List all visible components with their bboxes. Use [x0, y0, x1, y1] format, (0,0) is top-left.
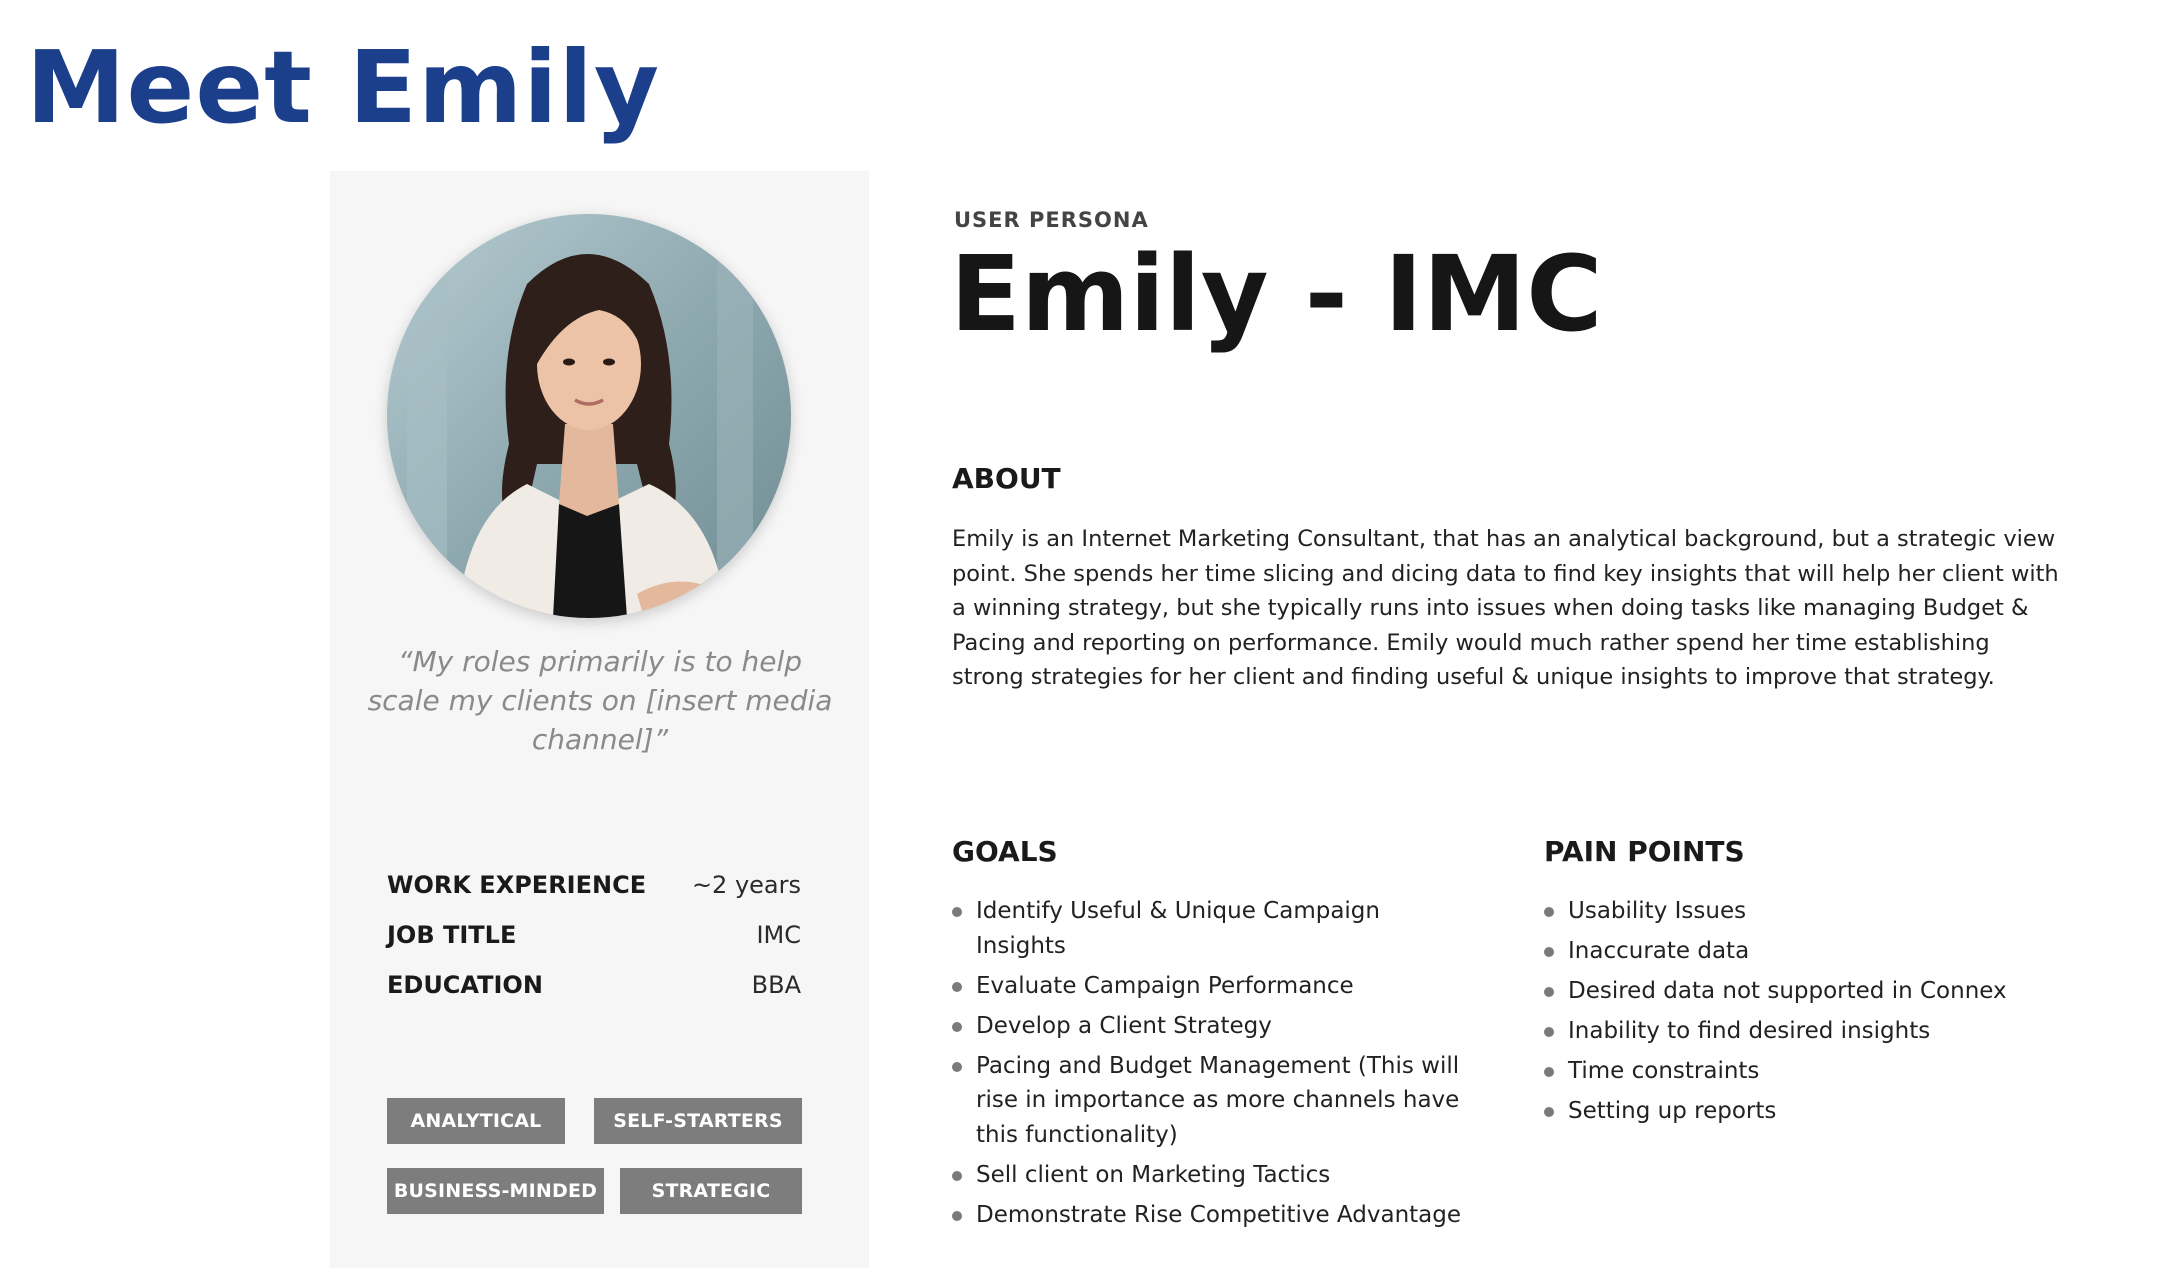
fact-label: EDUCATION — [387, 971, 543, 999]
pain-points-list: Usability Issues Inaccurate data Desired… — [1544, 894, 2104, 1134]
avatar — [387, 214, 791, 618]
bullet-dot-icon — [1544, 987, 1554, 997]
pain-point-item: Usability Issues — [1544, 894, 2104, 929]
bullet-dot-icon — [1544, 1107, 1554, 1117]
bullet-dot-icon — [1544, 1067, 1554, 1077]
bullet-dot-icon — [1544, 947, 1554, 957]
goal-item: Develop a Client Strategy — [952, 1009, 1472, 1044]
pain-points-heading: PAIN POINTS — [1544, 835, 1745, 868]
fact-label: WORK EXPERIENCE — [387, 871, 647, 899]
goal-text: Identify Useful & Unique Campaign Insigh… — [976, 898, 1380, 959]
persona-kicker: USER PERSONA — [954, 208, 1149, 232]
pain-point-text: Inability to find desired insights — [1568, 1018, 1931, 1044]
goal-text: Demonstrate Rise Competitive Advantage — [976, 1201, 1462, 1228]
about-heading: ABOUT — [952, 462, 1061, 495]
profile-card: “My roles primarily is to help scale my … — [330, 171, 869, 1268]
pain-point-item: Desired data not supported in Connex — [1544, 974, 2104, 1009]
about-text: Emily is an Internet Marketing Consultan… — [952, 526, 2059, 690]
tag-strategic: STRATEGIC — [620, 1168, 802, 1214]
persona-facts: WORK EXPERIENCE ~2 years JOB TITLE IMC E… — [387, 867, 801, 1017]
pain-point-text: Desired data not supported in Connex — [1568, 978, 2007, 1004]
tag-business-minded: BUSINESS-MINDED — [387, 1168, 604, 1214]
fact-value: IMC — [756, 921, 801, 949]
pain-point-text: Setting up reports — [1568, 1098, 1777, 1124]
fact-value: BBA — [751, 971, 801, 999]
goals-heading: GOALS — [952, 835, 1058, 868]
goal-text: Sell client on Marketing Tactics — [976, 1161, 1331, 1188]
goal-text: Evaluate Campaign Performance — [976, 972, 1354, 999]
bullet-dot-icon — [952, 1210, 962, 1221]
bullet-dot-icon — [952, 1021, 962, 1032]
goal-text: Develop a Client Strategy — [976, 1012, 1272, 1039]
persona-quote: “My roles primarily is to help scale my … — [367, 645, 833, 756]
pain-point-item: Inaccurate data — [1544, 934, 2104, 969]
goal-item: Identify Useful & Unique Campaign Insigh… — [952, 894, 1472, 963]
goal-item: Pacing and Budget Management (This will … — [952, 1049, 1472, 1153]
fact-row-work-experience: WORK EXPERIENCE ~2 years — [387, 867, 801, 917]
bullet-dot-icon — [952, 1061, 962, 1072]
pain-point-text: Time constraints — [1568, 1058, 1760, 1084]
pain-point-text: Usability Issues — [1568, 898, 1747, 924]
pain-point-item: Inability to find desired insights — [1544, 1014, 2104, 1049]
goal-text: Pacing and Budget Management (This will … — [976, 1052, 1460, 1148]
bullet-dot-icon — [952, 1170, 962, 1181]
fact-value: ~2 years — [691, 871, 801, 899]
slide-title: Meet Emily — [26, 29, 661, 146]
bullet-dot-icon — [952, 981, 962, 992]
pain-point-text: Inaccurate data — [1568, 938, 1750, 964]
bullet-dot-icon — [1544, 907, 1554, 917]
goal-item: Evaluate Campaign Performance — [952, 969, 1472, 1004]
goal-item: Sell client on Marketing Tactics — [952, 1158, 1472, 1193]
goal-item: Demonstrate Rise Competitive Advantage — [952, 1198, 1472, 1233]
fact-label: JOB TITLE — [387, 921, 517, 949]
tag-analytical: ANALYTICAL — [387, 1098, 565, 1144]
bullet-dot-icon — [1544, 1027, 1554, 1037]
pain-point-item: Setting up reports — [1544, 1094, 2104, 1129]
persona-name: Emily - IMC — [950, 233, 1603, 355]
avatar-photo — [387, 214, 791, 618]
pain-point-item: Time constraints — [1544, 1054, 2104, 1089]
fact-row-education: EDUCATION BBA — [387, 967, 801, 1017]
fact-row-job-title: JOB TITLE IMC — [387, 917, 801, 967]
bullet-dot-icon — [952, 907, 962, 917]
goals-list: Identify Useful & Unique Campaign Insigh… — [952, 894, 1472, 1238]
tag-self-starters: SELF-STARTERS — [594, 1098, 802, 1144]
